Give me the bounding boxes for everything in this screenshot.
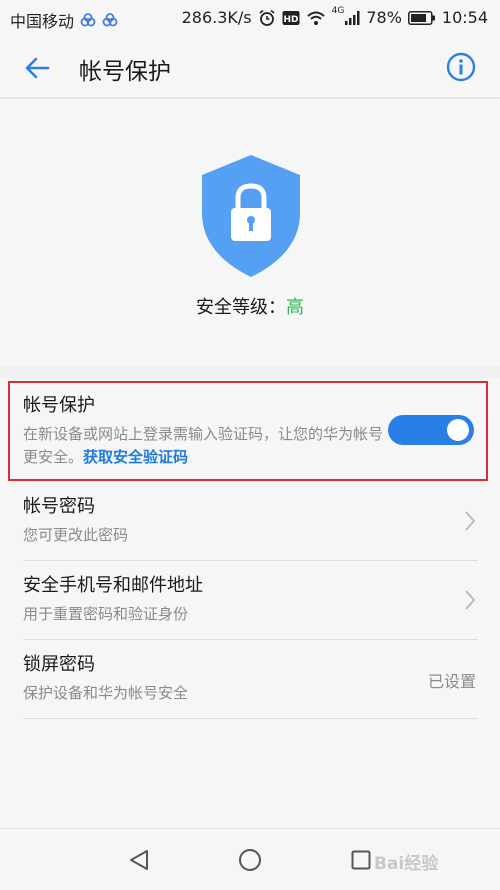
settings-list: 帐号保护 在新设备或网站上登录需输入验证码，让您的华为帐号更安全。获取安全验证码… (0, 379, 500, 719)
security-level-value: 高 (286, 297, 304, 318)
list-item-subtitle: 您可更改此密码 (23, 526, 129, 544)
shield-lock-icon (202, 155, 300, 277)
chevron-right-icon (465, 590, 476, 610)
list-item-subtitle: 保护设备和华为帐号安全 (23, 684, 189, 702)
hd-icon: HD (282, 10, 300, 25)
toggle-knob (447, 419, 469, 441)
nav-back-icon[interactable] (128, 849, 150, 871)
section-gap (0, 365, 500, 379)
list-item-title: 帐号密码 (23, 496, 95, 517)
alarm-icon (259, 9, 275, 26)
battery-icon (407, 10, 435, 25)
list-item-status: 已设置 (427, 672, 476, 691)
status-bar: 中国移动 286.3K/s HD 4G 78% 10:54 (0, 0, 500, 36)
account-protection-toggle[interactable] (388, 415, 474, 445)
chevron-right-icon (465, 511, 476, 531)
status-right: 286.3K/s HD 4G 78% 10:54 (181, 5, 488, 28)
info-icon[interactable] (446, 52, 476, 82)
security-level-label: 安全等级： (196, 297, 286, 318)
nav-recent-icon[interactable] (351, 850, 371, 870)
list-item-account-password[interactable]: 帐号密码 您可更改此密码 (0, 482, 500, 561)
list-item-subtitle: 用于重置密码和验证身份 (23, 605, 189, 623)
nav-home-icon[interactable] (238, 848, 262, 872)
watermark-text: Bai经验 (374, 854, 439, 874)
list-item-title: 安全手机号和邮件地址 (23, 575, 203, 596)
row-divider (23, 718, 478, 719)
security-level: 安全等级：高 (0, 293, 500, 319)
list-item-lock-screen-password[interactable]: 锁屏密码 保护设备和华为帐号安全 已设置 (0, 640, 500, 719)
page-title: 帐号保护 (79, 59, 171, 85)
list-item-security-phone-email[interactable]: 安全手机号和邮件地址 用于重置密码和验证身份 (0, 561, 500, 640)
network-speed: 286.3K/s (181, 8, 252, 27)
system-nav-bar: Bai经验 (0, 828, 500, 890)
cloud-icon (102, 13, 118, 27)
account-protection-title: 帐号保护 (23, 395, 95, 416)
cloud-icon (80, 13, 96, 27)
description-text: 在新设备或网站上登录需输入验证码，让您的华为帐号更安全。 (23, 425, 384, 466)
signal-icon (345, 10, 360, 25)
battery-percent: 78% (366, 8, 402, 27)
status-left: 中国移动 (10, 8, 118, 32)
account-protection-row: 帐号保护 在新设备或网站上登录需输入验证码，让您的华为帐号更安全。获取安全验证码 (0, 379, 500, 482)
back-arrow-icon[interactable] (22, 52, 54, 84)
wifi-icon (306, 11, 325, 25)
list-item-title: 锁屏密码 (23, 654, 95, 675)
account-protection-description: 在新设备或网站上登录需输入验证码，让您的华为帐号更安全。获取安全验证码 (23, 423, 393, 469)
carrier-label: 中国移动 (10, 12, 75, 31)
network-type: 4G (331, 5, 345, 16)
app-bar: 帐号保护 (0, 36, 500, 98)
svg-text:HD: HD (283, 15, 298, 25)
clock: 10:54 (441, 8, 488, 27)
security-summary: 安全等级：高 (0, 99, 500, 365)
get-verification-code-link[interactable]: 获取安全验证码 (83, 448, 188, 466)
